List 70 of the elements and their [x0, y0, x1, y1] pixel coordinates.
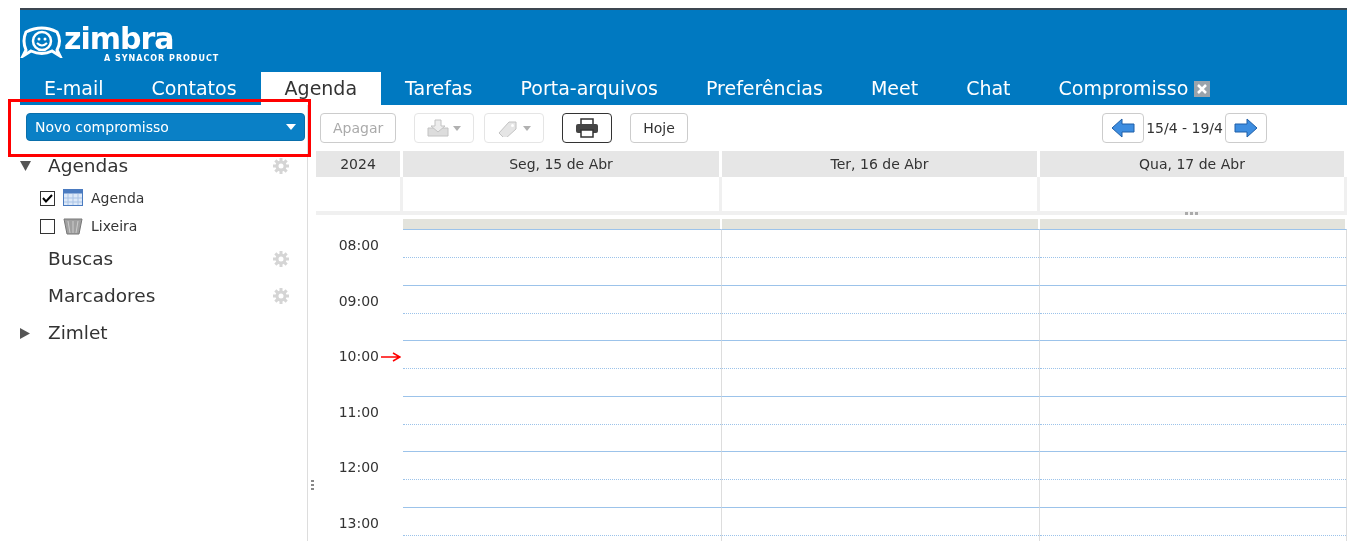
time-slot[interactable] [1040, 395, 1347, 451]
logo-text: zimbra [64, 24, 174, 54]
printer-icon [575, 118, 600, 138]
time-slot[interactable] [1040, 284, 1347, 340]
folder-name[interactable]: Agenda [91, 187, 145, 209]
settings-icon[interactable] [273, 250, 289, 267]
year-header: 2024 [316, 151, 403, 177]
tray-icon [427, 119, 450, 137]
time-label: 08:00 [338, 237, 379, 253]
calendar-icon [63, 189, 83, 207]
date-range: 15/4 - 19/4 [1146, 118, 1223, 138]
nav-tab[interactable]: Agenda [260, 72, 382, 105]
nav-tab[interactable]: Porta-arquivos [496, 72, 682, 105]
nav-tab[interactable]: Compromisso [1034, 72, 1235, 105]
time-slot[interactable] [403, 340, 722, 396]
time-slot[interactable] [403, 395, 722, 451]
time-slot[interactable] [403, 451, 722, 507]
time-slot[interactable] [722, 395, 1040, 451]
time-slot[interactable] [722, 340, 1040, 396]
checkbox[interactable] [40, 190, 55, 206]
expand-arrow-icon[interactable] [20, 327, 30, 339]
smiley-chat-icon [20, 24, 64, 58]
time-slot[interactable] [1040, 340, 1347, 396]
today-button[interactable]: Hoje [630, 113, 688, 143]
nav-tab[interactable]: E-mail [20, 72, 128, 105]
time-slot[interactable] [1040, 229, 1347, 285]
time-label: 09:00 [338, 292, 379, 309]
time-slot[interactable] [1040, 451, 1347, 507]
nav-tab[interactable]: Preferências [681, 72, 847, 105]
checkbox[interactable] [40, 218, 55, 234]
new-appointment-button[interactable]: Novo compromisso [26, 113, 305, 141]
caret-icon [286, 124, 296, 130]
time-label: 10:00 [338, 348, 379, 364]
time-label: 12:00 [338, 459, 379, 475]
time-slot[interactable] [722, 229, 1040, 285]
left-arrow-icon [1111, 118, 1136, 138]
time-label: 13:00 [338, 514, 379, 531]
logo-tagline: A SYNACOR PRODUCT [104, 54, 220, 63]
resize-grip-icon[interactable] [311, 480, 314, 490]
check-icon [42, 193, 53, 203]
tag-icon [497, 119, 520, 137]
folder-name[interactable]: Lixeira [91, 215, 138, 237]
nav-tab[interactable]: Contatos [127, 72, 261, 105]
sidebar-heading[interactable]: Buscas [48, 244, 273, 273]
time-slot[interactable] [403, 284, 722, 340]
close-icon[interactable] [1194, 80, 1211, 97]
day-header: Qua, 17 de Abr [1040, 151, 1347, 177]
nav-tab[interactable]: Meet [846, 72, 943, 105]
time-slot[interactable] [403, 229, 722, 285]
day-header: Ter, 16 de Abr [722, 151, 1040, 177]
sidebar-heading[interactable]: Marcadores [48, 281, 273, 310]
nav-tab[interactable]: Tarefas [381, 72, 497, 105]
sidebar-heading[interactable]: Zimlet [48, 318, 289, 347]
collapse-arrow-icon[interactable] [20, 161, 31, 172]
next-week-button[interactable] [1225, 113, 1267, 143]
time-label: 11:00 [338, 403, 379, 420]
settings-icon[interactable] [273, 157, 289, 174]
caret-icon [453, 125, 462, 131]
print-button[interactable] [562, 113, 613, 143]
caret-icon [523, 125, 532, 131]
time-slot[interactable] [722, 284, 1040, 340]
resize-grip-icon[interactable] [1185, 212, 1199, 215]
day-header: Seg, 15 de Abr [403, 151, 722, 177]
settings-icon[interactable] [273, 287, 289, 304]
right-arrow-icon [1234, 118, 1258, 138]
nav-tab[interactable]: Chat [942, 72, 1035, 105]
trash-can-icon [63, 217, 83, 235]
sidebar-heading[interactable]: Agendas [48, 151, 273, 180]
time-slot[interactable] [722, 451, 1040, 507]
previous-week-button[interactable] [1102, 113, 1145, 143]
